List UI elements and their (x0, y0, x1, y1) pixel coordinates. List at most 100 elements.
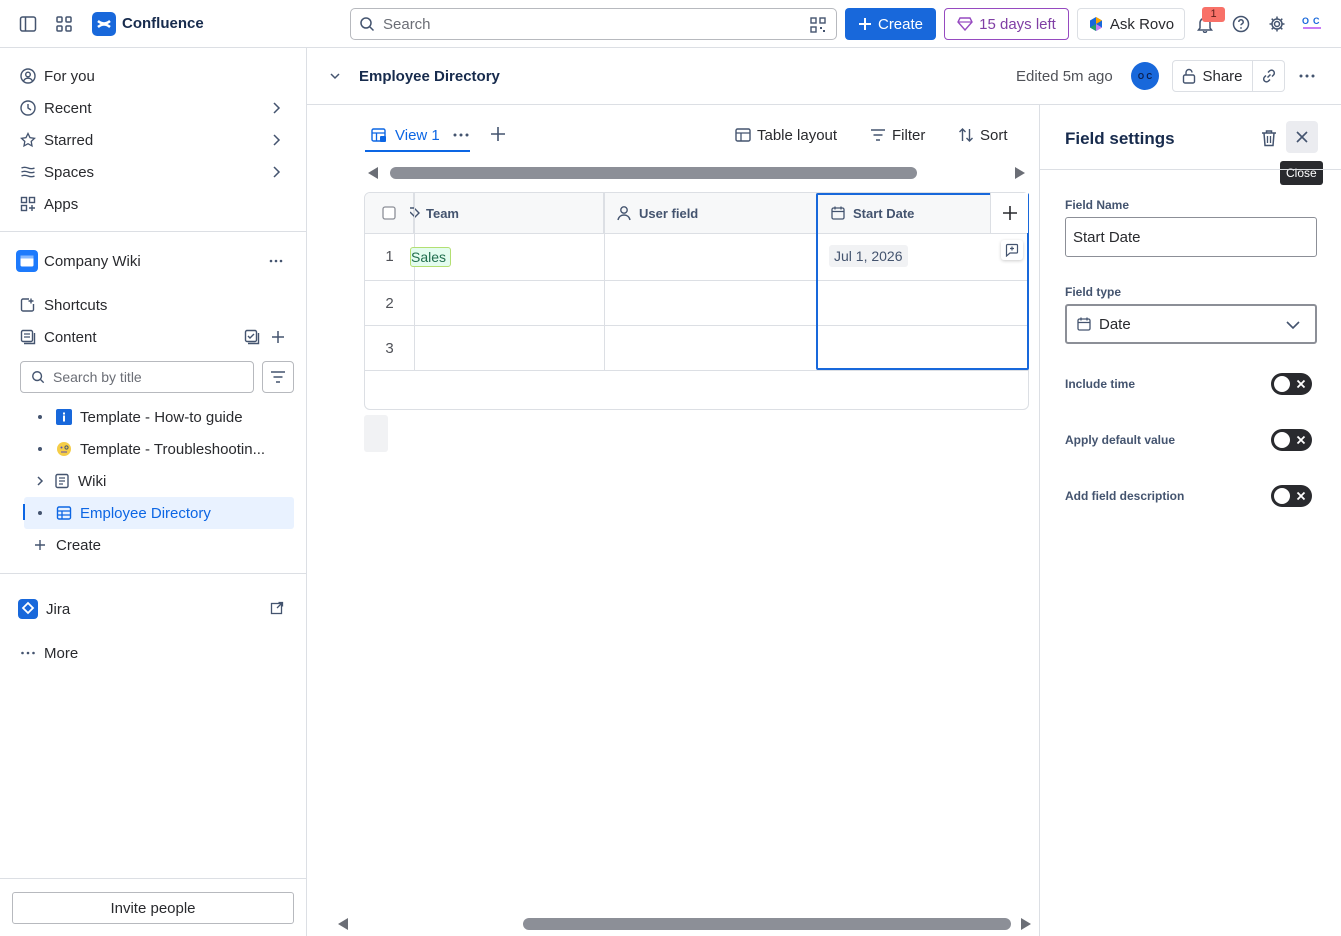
team-tag[interactable]: Sales (410, 247, 452, 267)
table-layout-button[interactable]: Table layout (735, 121, 837, 149)
more-dots-icon (20, 645, 36, 661)
sidebar-item-recent[interactable]: Recent (12, 92, 294, 124)
filter-icon (870, 128, 886, 142)
tree-item-employee-directory[interactable]: Employee Directory (24, 497, 294, 529)
add-field-description-toggle[interactable] (1271, 485, 1312, 507)
collapse-chevron-icon[interactable] (328, 69, 342, 83)
column-header-team[interactable]: Team (410, 193, 604, 234)
add-content-icon[interactable] (270, 329, 286, 345)
more-actions-icon[interactable] (1298, 68, 1316, 84)
trial-button[interactable]: 15 days left (944, 8, 1069, 40)
sidebar-toggle-icon[interactable] (16, 12, 40, 36)
sidebar-item-spaces[interactable]: Spaces (12, 156, 294, 188)
toggle-knob (1274, 376, 1290, 392)
database-toolbar: View 1 Table layout Filter Sort (365, 117, 1025, 153)
create-button[interactable]: Create (845, 8, 936, 40)
chevron-right-icon[interactable] (268, 100, 284, 116)
add-column-button[interactable] (990, 193, 1028, 233)
database-icon (56, 505, 72, 521)
bullet (38, 415, 42, 419)
tree-item-wiki[interactable]: Wiki (24, 465, 294, 497)
close-button[interactable] (1286, 121, 1318, 153)
confluence-logo-icon[interactable] (92, 12, 116, 36)
chevron-right-icon[interactable] (34, 475, 46, 487)
column-title: Start Date (853, 205, 915, 221)
edited-status[interactable]: Edited 5m ago (1016, 68, 1113, 85)
create-label: Create (56, 536, 102, 554)
bullet (38, 511, 42, 515)
sidebar-item-more[interactable]: More (12, 637, 294, 669)
apply-default-value-toggle[interactable] (1271, 429, 1312, 451)
active-indicator (23, 504, 25, 520)
help-icon[interactable] (1229, 12, 1253, 36)
sort-button[interactable]: Sort (958, 121, 1008, 149)
include-time-row: Include time (1065, 373, 1315, 397)
database-table: Team User field Start Date 1 2 3 (364, 192, 1029, 410)
sidebar-item-label: For you (44, 67, 95, 85)
scroll-thumb (390, 167, 917, 179)
sidebar-item-apps[interactable]: Apps (12, 188, 294, 220)
horizontal-scrollbar-top[interactable] (364, 163, 1028, 183)
table-row[interactable]: 1 (365, 234, 1028, 281)
page-icon (54, 473, 70, 489)
delete-icon[interactable] (1261, 129, 1277, 147)
profile-avatar-icon[interactable]: OC (1300, 12, 1324, 36)
calendar-icon (831, 206, 845, 220)
sidebar-divider (0, 878, 306, 879)
invite-people-button[interactable]: Invite people (12, 892, 294, 924)
app-switcher-icon[interactable] (52, 12, 76, 36)
rovo-icon (1088, 16, 1104, 32)
search-by-title-input[interactable]: Search by title (20, 361, 254, 393)
tree-item-label: Employee Directory (80, 504, 211, 522)
table-row[interactable]: 2 (365, 281, 1028, 326)
external-link-icon[interactable] (270, 601, 284, 615)
field-type-label: Field type (1065, 285, 1122, 299)
tab-view-1[interactable]: View 1 (365, 117, 470, 153)
select-all-checkbox[interactable] (382, 206, 396, 220)
sidebar-item-jira[interactable]: Jira (12, 593, 294, 625)
tree-item-troubleshooting[interactable]: Template - Troubleshootin... (24, 433, 294, 465)
search-input[interactable]: Search (350, 8, 837, 40)
jira-icon (18, 599, 38, 619)
content-checklist-icon[interactable] (244, 329, 260, 345)
toggle-off-icon (1295, 378, 1307, 390)
scan-icon[interactable] (810, 17, 826, 33)
active-tab-underline (365, 150, 470, 152)
toggle-off-icon (1295, 434, 1307, 446)
space-header[interactable]: Company Wiki (12, 245, 294, 277)
copy-link-button[interactable] (1253, 60, 1285, 92)
tree-item-label: Template - How-to guide (80, 408, 243, 426)
app-name[interactable]: Confluence (122, 15, 204, 32)
chevron-right-icon[interactable] (268, 132, 284, 148)
chevron-right-icon[interactable] (268, 164, 284, 180)
calendar-icon (1077, 317, 1091, 331)
add-view-icon[interactable] (489, 125, 507, 143)
sidebar-item-starred[interactable]: Starred (12, 124, 294, 156)
field-name-input[interactable]: Start Date (1065, 217, 1317, 257)
sidebar: For you Recent Starred Spaces Apps Compa… (0, 48, 307, 936)
settings-gear-icon[interactable] (1265, 12, 1289, 36)
avatar[interactable]: O C (1131, 62, 1159, 90)
include-time-toggle[interactable] (1271, 373, 1312, 395)
sidebar-item-shortcuts[interactable]: Shortcuts (12, 289, 294, 321)
row-number: 1 (385, 248, 394, 265)
sidebar-item-content[interactable]: Content (12, 321, 294, 353)
share-button[interactable]: Share (1172, 60, 1253, 92)
filter-button[interactable]: Filter (870, 121, 925, 149)
view-more-icon[interactable] (452, 132, 470, 138)
more-options-icon[interactable] (268, 253, 284, 269)
clock-icon (20, 100, 36, 116)
field-type-select[interactable]: Date (1065, 304, 1317, 344)
rovo-label: Ask Rovo (1109, 15, 1175, 33)
create-content-button[interactable]: Create (24, 529, 294, 561)
column-header-user-field[interactable]: User field (604, 193, 817, 234)
sidebar-item-for-you[interactable]: For you (12, 60, 294, 92)
add-comment-icon[interactable] (1001, 240, 1023, 260)
tree-item-how-to-guide[interactable]: Template - How-to guide (24, 401, 294, 433)
start-date-value[interactable]: Jul 1, 2026 (829, 245, 908, 267)
horizontal-scrollbar-bottom[interactable] (334, 914, 1034, 934)
diamond-icon (957, 17, 973, 31)
ask-rovo-button[interactable]: Ask Rovo (1077, 8, 1185, 40)
table-row[interactable]: 3 (365, 326, 1028, 371)
filter-button[interactable] (262, 361, 294, 393)
